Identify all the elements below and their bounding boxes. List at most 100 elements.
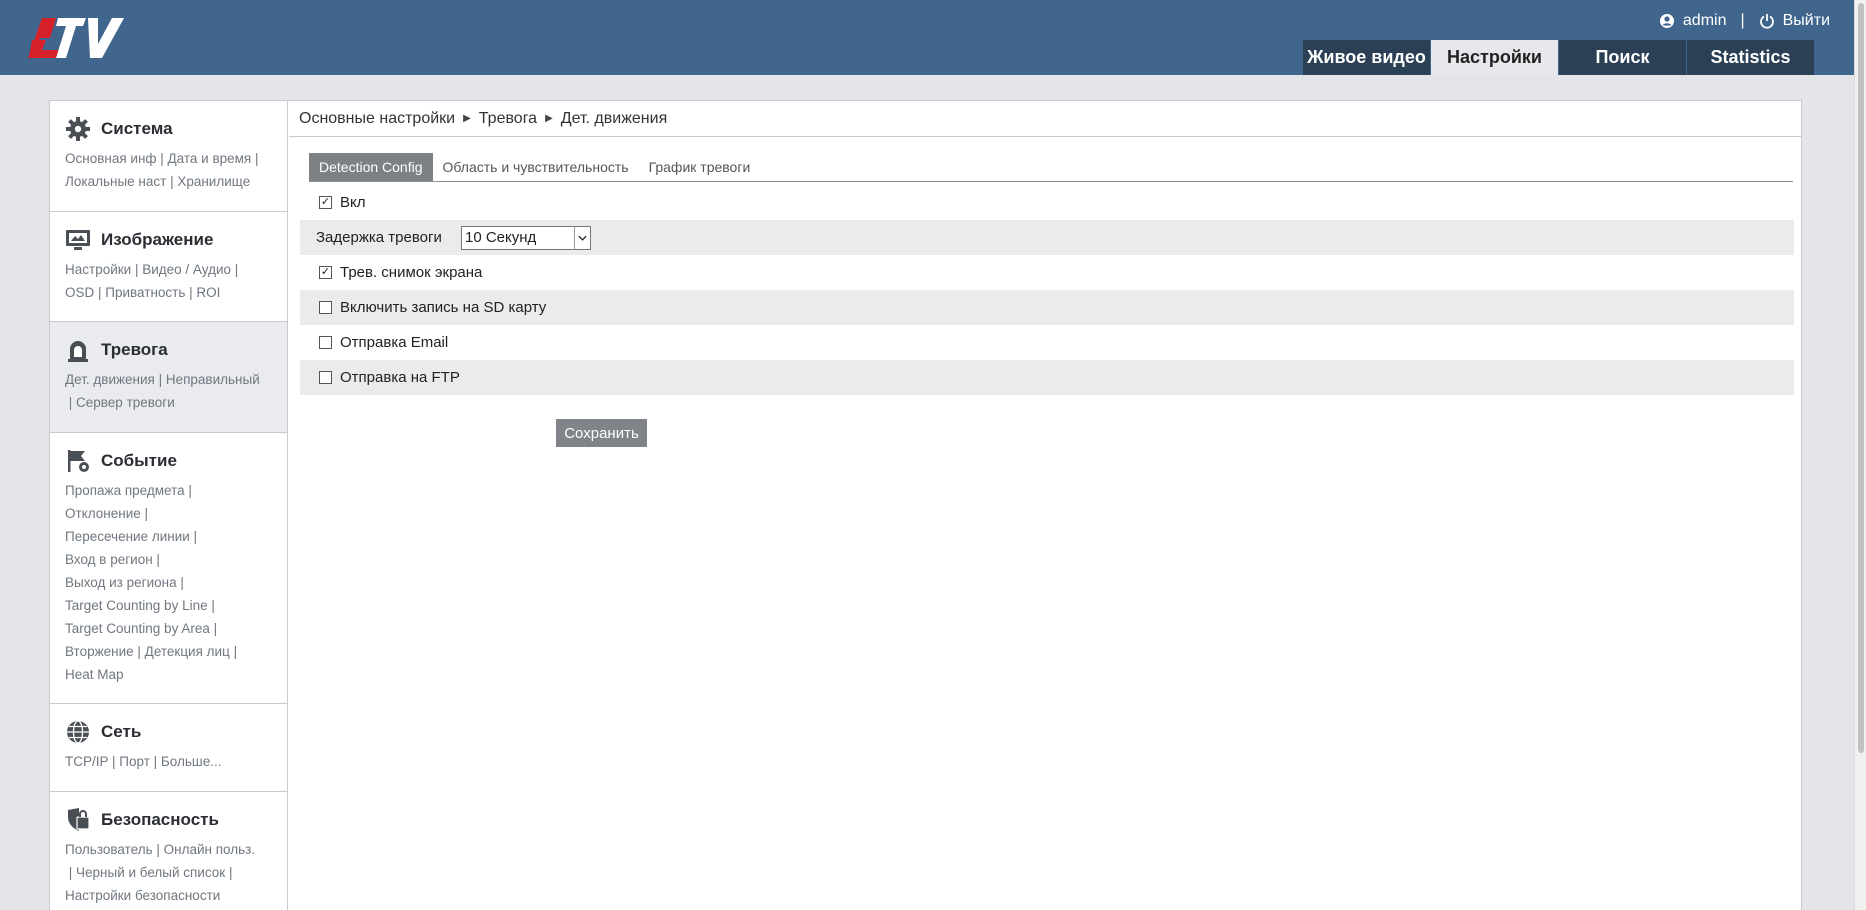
sidebar-link-security-settings[interactable]: Настройки безопасности bbox=[65, 888, 220, 903]
form-row-sd-record: Включить запись на SD карту bbox=[300, 290, 1794, 325]
sidebar-link-region-entrance[interactable]: Вход в регион bbox=[65, 552, 153, 567]
sidebar-section-alarm: Тревога Дет. движения | Неправильный | С… bbox=[50, 322, 287, 433]
username-link[interactable]: admin bbox=[1683, 12, 1727, 30]
page-scrollbar[interactable] bbox=[1854, 0, 1866, 910]
image-monitor-icon bbox=[65, 227, 91, 253]
sidebar-link-port[interactable]: Порт bbox=[119, 754, 150, 769]
sidebar-link-video-audio[interactable]: Видео / Аудио bbox=[142, 262, 231, 277]
main-nav-tabs: Живое видео Настройки Поиск Statistics bbox=[1302, 40, 1814, 75]
sidebar-link-line-crossing[interactable]: Пересечение линии bbox=[65, 529, 190, 544]
ftp-label: Отправка на FTP bbox=[340, 369, 460, 386]
sidebar-links: Дет. движения | Неправильный | Сервер тр… bbox=[65, 372, 260, 410]
user-area: admin | Выйти bbox=[1659, 12, 1830, 30]
sidebar-title: Тревога bbox=[101, 340, 168, 359]
breadcrumb-arrow-icon: ▶ bbox=[463, 113, 471, 124]
sidebar-links: Пропажа предмета | Отклонение | Пересече… bbox=[65, 483, 238, 682]
alarm-delay-label: Задержка тревоги bbox=[316, 229, 442, 246]
sidebar-section-network: Сеть TCP/IP | Порт | Больше... bbox=[50, 704, 287, 792]
sidebar-link-roi[interactable]: ROI bbox=[196, 285, 220, 300]
snapshot-label: Трев. снимок экрана bbox=[340, 264, 483, 281]
chevron-down-icon bbox=[574, 226, 590, 249]
breadcrumb: Основные настройки ▶ Тревога ▶ Дет. движ… bbox=[289, 101, 1801, 137]
sidebar-title: Система bbox=[101, 119, 173, 138]
save-button[interactable]: Сохранить bbox=[556, 419, 647, 447]
sidebar-link-user[interactable]: Пользователь bbox=[65, 842, 153, 857]
sidebar-link-counting-line[interactable]: Target Counting by Line bbox=[65, 598, 208, 613]
scrollbar-thumb[interactable] bbox=[1858, 3, 1864, 753]
sidebar-link-basic-info[interactable]: Основная инф bbox=[65, 151, 157, 166]
sidebar-link-motion-detection[interactable]: Дет. движения bbox=[65, 372, 155, 387]
sd-record-checkbox[interactable] bbox=[319, 301, 332, 314]
sidebar-link-black-white-list[interactable]: Черный и белый список bbox=[76, 865, 225, 880]
alarm-delay-value: 10 Секунд bbox=[465, 229, 537, 246]
form-row-ftp: Отправка на FTP bbox=[300, 360, 1794, 395]
sidebar-link-face-detection[interactable]: Детекция лиц bbox=[145, 644, 230, 659]
tab-statistics[interactable]: Statistics bbox=[1686, 40, 1814, 75]
sidebar-link-heat-map[interactable]: Heat Map bbox=[65, 667, 124, 682]
sidebar-header-security[interactable]: Безопасность bbox=[65, 804, 273, 836]
sidebar-link-tcpip[interactable]: TCP/IP bbox=[65, 754, 108, 769]
main-content: Основные настройки ▶ Тревога ▶ Дет. движ… bbox=[289, 101, 1801, 910]
sidebar-link-storage[interactable]: Хранилище bbox=[177, 174, 250, 189]
subtab-alarm-schedule[interactable]: График тревоги bbox=[639, 153, 761, 181]
header-separator: | bbox=[1740, 12, 1745, 29]
top-header: admin | Выйти Живое видео Настройки Поис… bbox=[0, 0, 1854, 75]
tab-search[interactable]: Поиск bbox=[1558, 40, 1686, 75]
ftp-checkbox[interactable] bbox=[319, 371, 332, 384]
sidebar-header-network[interactable]: Сеть bbox=[65, 716, 273, 748]
email-checkbox[interactable] bbox=[319, 336, 332, 349]
sidebar-link-privacy[interactable]: Приватность bbox=[105, 285, 185, 300]
sidebar-link-osd[interactable]: OSD bbox=[65, 285, 94, 300]
power-icon[interactable] bbox=[1759, 13, 1775, 29]
sidebar-link-region-exit[interactable]: Выход из региона bbox=[65, 575, 177, 590]
sidebar-link-exception[interactable]: Неправильный bbox=[166, 372, 260, 387]
settings-sidebar: Система Основная инф | Дата и время | Ло… bbox=[50, 101, 288, 910]
sidebar-link-deviation[interactable]: Отклонение bbox=[65, 506, 141, 521]
breadcrumb-item: Дет. движения bbox=[560, 109, 668, 127]
breadcrumb-item[interactable]: Тревога bbox=[479, 110, 537, 128]
sidebar-header-system[interactable]: Система bbox=[65, 113, 273, 145]
sidebar-header-event[interactable]: Событие bbox=[65, 445, 273, 477]
alarm-delay-select[interactable]: 10 Секунд bbox=[461, 225, 591, 250]
shield-icon bbox=[65, 807, 91, 833]
sidebar-title: Изображение bbox=[101, 230, 214, 249]
form-row-snapshot: ✓ Трев. снимок экрана bbox=[300, 255, 1794, 290]
snapshot-checkbox[interactable]: ✓ bbox=[319, 266, 332, 279]
sidebar-link-local-settings[interactable]: Локальные наст bbox=[65, 174, 166, 189]
sidebar-link-object-removal[interactable]: Пропажа предмета bbox=[65, 483, 185, 498]
sidebar-header-image[interactable]: Изображение bbox=[65, 224, 273, 256]
sidebar-links: Основная инф | Дата и время | Локальные … bbox=[65, 151, 259, 189]
logout-link[interactable]: Выйти bbox=[1783, 12, 1830, 30]
user-icon bbox=[1659, 13, 1675, 29]
sidebar-links: TCP/IP | Порт | Больше... bbox=[65, 754, 222, 769]
sidebar-title: Сеть bbox=[101, 722, 142, 741]
sd-record-label: Включить запись на SD карту bbox=[340, 299, 547, 316]
sidebar-link-more[interactable]: Больше... bbox=[161, 754, 222, 769]
alarm-siren-icon bbox=[65, 337, 91, 363]
gear-icon bbox=[65, 116, 91, 142]
sidebar-section-system: Система Основная инф | Дата и время | Ло… bbox=[50, 101, 287, 212]
sidebar-header-alarm[interactable]: Тревога bbox=[65, 334, 273, 366]
event-flag-icon bbox=[65, 448, 91, 474]
sidebar-links: Пользователь | Онлайн польз. | Черный и … bbox=[65, 842, 256, 903]
subtab-detection-config[interactable]: Detection Config bbox=[309, 153, 433, 181]
form-row-enable: ✓ Вкл bbox=[300, 185, 1794, 220]
breadcrumb-item[interactable]: Основные настройки bbox=[299, 110, 455, 128]
sidebar-link-counting-area[interactable]: Target Counting by Area bbox=[65, 621, 210, 636]
tab-settings[interactable]: Настройки bbox=[1430, 40, 1558, 75]
sidebar-title: Событие bbox=[101, 451, 177, 470]
sidebar-link-image-settings[interactable]: Настройки bbox=[65, 262, 131, 277]
settings-container: Система Основная инф | Дата и время | Ло… bbox=[49, 100, 1802, 910]
sidebar-link-online-users[interactable]: Онлайн польз. bbox=[164, 842, 255, 857]
sidebar-section-event: Событие Пропажа предмета | Отклонение | … bbox=[50, 433, 287, 704]
sidebar-link-intrusion[interactable]: Вторжение bbox=[65, 644, 134, 659]
sidebar-section-security: Безопасность Пользователь | Онлайн польз… bbox=[50, 792, 287, 910]
form-row-email: Отправка Email bbox=[300, 325, 1794, 360]
sidebar-link-date-time[interactable]: Дата и время bbox=[168, 151, 252, 166]
sidebar-link-alarm-server[interactable]: Сервер тревоги bbox=[76, 395, 175, 410]
ltv-logo bbox=[28, 18, 124, 58]
globe-icon bbox=[65, 719, 91, 745]
enable-checkbox[interactable]: ✓ bbox=[319, 196, 332, 209]
tab-live-video[interactable]: Живое видео bbox=[1302, 40, 1430, 75]
subtab-area-sensitivity[interactable]: Область и чувствительность bbox=[433, 153, 639, 181]
